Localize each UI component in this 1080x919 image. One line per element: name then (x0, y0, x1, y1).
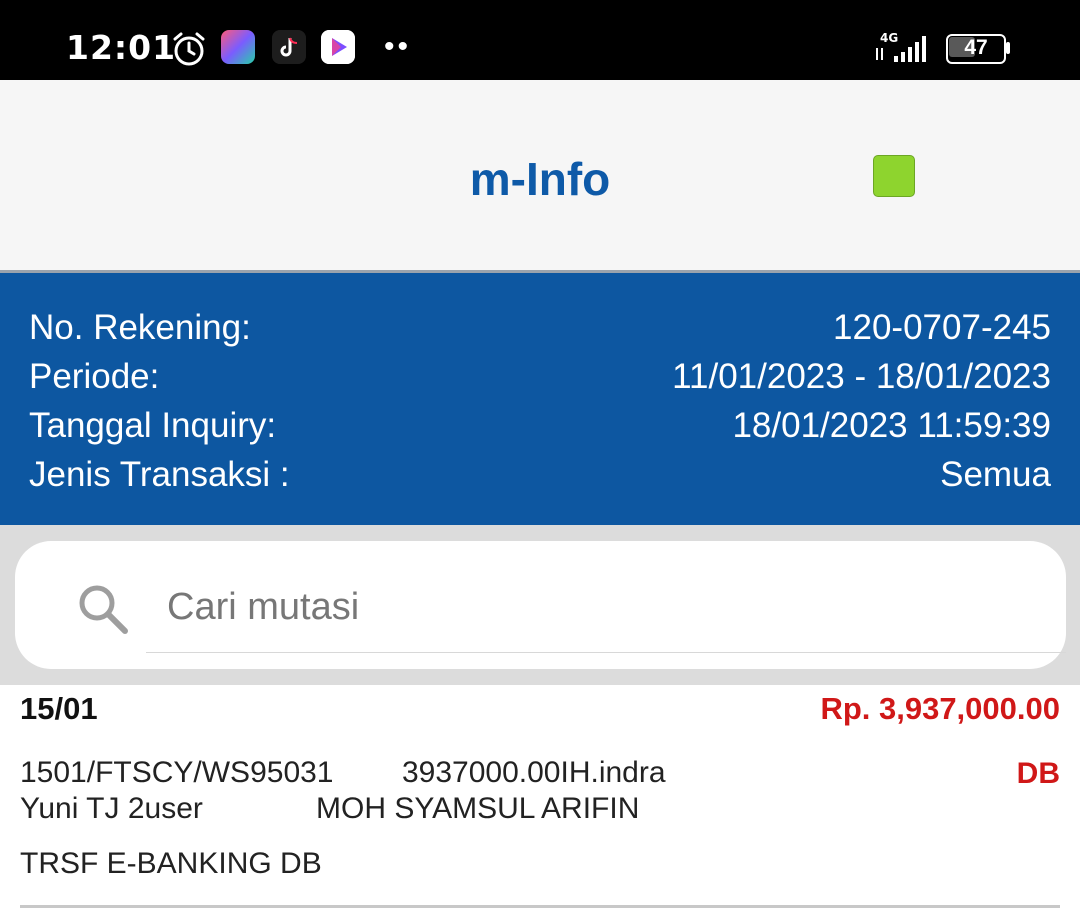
info-row-period: Periode: 11/01/2023 - 18/01/2023 (29, 357, 1051, 405)
battery-icon: 47 (946, 34, 1010, 64)
play-icon (321, 30, 355, 64)
transaction-recipient: MOH SYAMSUL ARIFIN (316, 792, 640, 825)
divider (20, 905, 1060, 908)
info-value: 120-0707-245 (833, 308, 1051, 347)
transaction-type-badge: DB (1016, 757, 1060, 790)
page-title: m-Info (469, 153, 611, 205)
app-header: m-Info (0, 80, 1080, 273)
list-item[interactable]: 15/01 Rp. 3,937,000.00 1501/FTSCY/WS9503… (0, 685, 1080, 919)
info-value: 18/01/2023 11:59:39 (732, 406, 1051, 445)
info-value: Semua (940, 455, 1051, 494)
transaction-reference: 1501/FTSCY/WS95031 (20, 756, 334, 789)
info-row-inquiry-date: Tanggal Inquiry: 18/01/2023 11:59:39 (29, 406, 1051, 454)
transaction-sender: Yuni TJ 2user (20, 792, 203, 825)
transaction-amount: Rp. 3,937,000.00 (820, 691, 1060, 726)
app-icon (221, 30, 255, 64)
transaction-description: TRSF E-BANKING DB (20, 847, 322, 880)
info-label: Periode: (29, 357, 160, 396)
tiktok-icon (272, 30, 306, 64)
info-row-transaction-type: Jenis Transaksi : Semua (29, 455, 1051, 503)
search-box[interactable] (15, 541, 1066, 669)
transaction-date: 15/01 (20, 691, 98, 726)
account-info-panel: No. Rekening: 120-0707-245 Periode: 11/0… (0, 273, 1080, 525)
search-underline (146, 652, 1066, 653)
alarm-icon (173, 32, 205, 66)
info-label: No. Rekening: (29, 308, 251, 347)
info-value: 11/01/2023 - 18/01/2023 (672, 357, 1051, 396)
search-input[interactable] (165, 571, 1049, 643)
more-dots-icon: •• (384, 30, 412, 63)
search-icon (79, 585, 128, 634)
signal-icon: 4G (876, 31, 926, 62)
transaction-detail: 3937000.00IH.indra (402, 756, 666, 789)
network-label: 4G (880, 31, 898, 45)
info-label: Jenis Transaksi : (29, 455, 290, 494)
search-area (0, 525, 1080, 685)
connection-status-indicator (873, 155, 915, 197)
info-row-account-number: No. Rekening: 120-0707-245 (29, 308, 1051, 356)
status-bar: 12:01 •• 4G 47 (0, 0, 1080, 80)
info-label: Tanggal Inquiry: (29, 406, 277, 445)
status-time: 12:01 (66, 28, 177, 67)
battery-level: 47 (964, 36, 988, 59)
